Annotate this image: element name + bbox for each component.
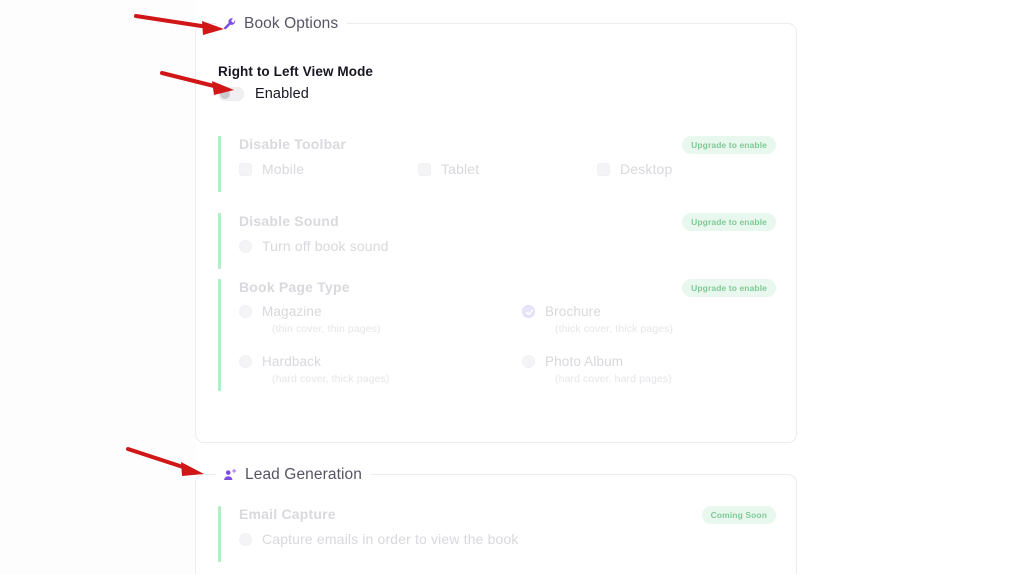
magazine-description: (thin cover, thin pages) <box>272 323 381 335</box>
screenshot-root: Book Options Right to Left View Mode Ena… <box>0 0 1024 574</box>
photo-album-radio[interactable] <box>522 355 535 368</box>
arrow-to-lead-generation <box>126 447 204 476</box>
section-disable-sound: Disable Sound Upgrade to enable Turn off… <box>218 213 776 269</box>
desktop-label: Desktop <box>620 161 673 177</box>
option-brochure[interactable]: Brochure (thick cover, thick pages) <box>522 304 805 335</box>
wrench-icon <box>222 17 237 32</box>
lead-generation-legend: Lead Generation <box>216 464 371 486</box>
rtl-view-mode-row[interactable]: Enabled <box>218 86 309 102</box>
photo-album-label: Photo Album <box>545 354 624 369</box>
hardback-radio[interactable] <box>239 355 252 368</box>
book-options-card: Book Options Right to Left View Mode Ena… <box>195 13 797 443</box>
capture-emails-label: Capture emails in order to view the book <box>262 531 519 547</box>
brochure-description: (thick cover, thick pages) <box>555 323 674 335</box>
option-hardback[interactable]: Hardback (hard cover, thick pages) <box>239 354 522 385</box>
email-capture-badge: Coming Soon <box>701 506 776 524</box>
brochure-radio[interactable] <box>522 305 535 318</box>
option-turn-off-book-sound[interactable]: Turn off book sound <box>239 238 776 254</box>
person-add-icon <box>222 468 238 483</box>
option-mobile[interactable]: Mobile <box>239 161 418 177</box>
option-capture-emails[interactable]: Capture emails in order to view the book <box>239 531 776 547</box>
option-photo-album[interactable]: Photo Album (hard cover, hard pages) <box>522 354 805 385</box>
check-icon <box>525 309 534 316</box>
email-capture-title: Email Capture <box>239 506 336 522</box>
book-page-type-badge: Upgrade to enable <box>682 279 776 297</box>
book-options-legend: Book Options <box>216 13 348 35</box>
disable-toolbar-options: Mobile Tablet Desktop <box>239 161 776 177</box>
tablet-label: Tablet <box>441 161 480 177</box>
magazine-radio[interactable] <box>239 305 252 318</box>
rtl-toggle-label: Enabled <box>255 86 309 102</box>
option-magazine[interactable]: Magazine (thin cover, thin pages) <box>239 304 522 335</box>
mobile-checkbox[interactable] <box>239 162 252 176</box>
option-tablet[interactable]: Tablet <box>418 161 597 177</box>
rtl-toggle-switch[interactable] <box>218 87 244 101</box>
disable-toolbar-badge: Upgrade to enable <box>682 136 776 154</box>
turn-off-book-sound-label: Turn off book sound <box>262 238 389 254</box>
desktop-checkbox[interactable] <box>597 162 610 176</box>
book-options-legend-text: Book Options <box>244 15 339 32</box>
toggle-knob <box>220 89 230 99</box>
capture-emails-radio[interactable] <box>239 532 252 546</box>
hardback-label: Hardback <box>262 354 321 369</box>
turn-off-book-sound-radio[interactable] <box>239 239 252 253</box>
magazine-label: Magazine <box>262 304 322 319</box>
option-desktop[interactable]: Desktop <box>597 161 776 177</box>
lead-generation-card: Lead Generation Email Capture Coming Soo… <box>195 464 797 574</box>
tablet-checkbox[interactable] <box>418 162 431 176</box>
book-page-type-options: Magazine (thin cover, thin pages) Brochu… <box>239 304 776 385</box>
rtl-view-mode-title: Right to Left View Mode <box>218 64 374 79</box>
disable-sound-badge: Upgrade to enable <box>682 213 776 231</box>
photo-album-description: (hard cover, hard pages) <box>555 373 672 385</box>
mobile-label: Mobile <box>262 161 305 177</box>
section-email-capture: Email Capture Coming Soon Capture emails… <box>218 506 776 562</box>
lead-generation-legend-text: Lead Generation <box>245 466 362 483</box>
section-book-page-type: Book Page Type Upgrade to enable Magazin… <box>218 279 776 391</box>
brochure-label: Brochure <box>545 304 601 319</box>
section-disable-toolbar: Disable Toolbar Upgrade to enable Mobile… <box>218 136 776 192</box>
hardback-description: (hard cover, thick pages) <box>272 373 390 385</box>
